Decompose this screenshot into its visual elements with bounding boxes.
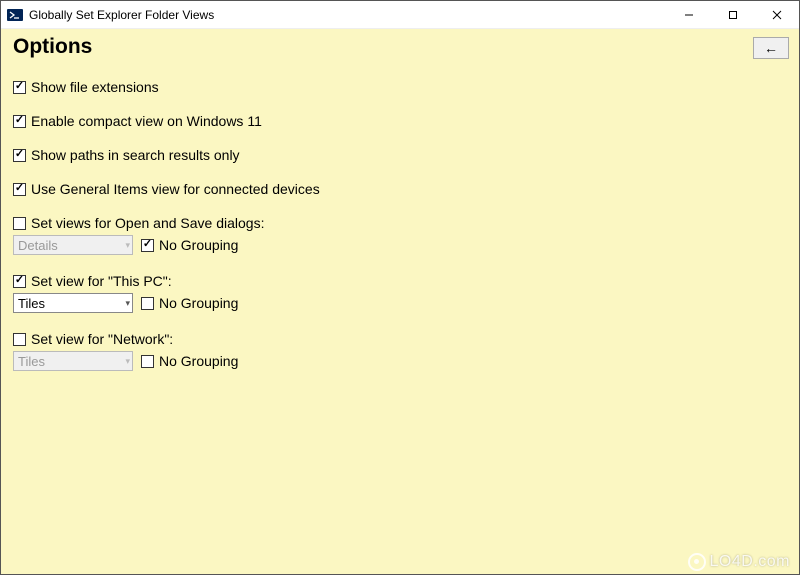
watermark-icon	[688, 553, 706, 571]
label-network-no-grouping: No Grouping	[159, 353, 238, 369]
option-network: Set view for "Network": Tiles ▾ No Group…	[13, 331, 787, 371]
chevron-down-icon: ▾	[125, 356, 130, 367]
checkbox-network-no-grouping[interactable]	[141, 355, 154, 368]
label-compact-view: Enable compact view on Windows 11	[31, 113, 262, 129]
minimize-button[interactable]	[667, 1, 711, 29]
watermark-text: LO4D.com	[710, 553, 790, 571]
maximize-button[interactable]	[711, 1, 755, 29]
chevron-down-icon: ▾	[125, 298, 130, 309]
label-open-save-no-grouping: No Grouping	[159, 237, 238, 253]
option-compact-view: Enable compact view on Windows 11	[13, 113, 787, 129]
checkbox-open-save[interactable]	[13, 217, 26, 230]
option-show-extensions: Show file extensions	[13, 79, 787, 95]
close-button[interactable]	[755, 1, 799, 29]
option-this-pc: Set view for "This PC": Tiles ▾ No Group…	[13, 273, 787, 313]
checkbox-paths-in-search[interactable]	[13, 149, 26, 162]
page-title: Options	[13, 35, 787, 59]
app-window: Globally Set Explorer Folder Views ← Opt…	[0, 0, 800, 575]
label-open-save: Set views for Open and Save dialogs:	[31, 215, 264, 231]
powershell-icon	[7, 7, 23, 23]
label-network: Set view for "Network":	[31, 331, 173, 347]
checkbox-open-save-no-grouping[interactable]	[141, 239, 154, 252]
back-button[interactable]: ←	[753, 37, 789, 59]
checkbox-this-pc-no-grouping[interactable]	[141, 297, 154, 310]
window-title: Globally Set Explorer Folder Views	[29, 8, 667, 22]
label-paths-in-search: Show paths in search results only	[31, 147, 240, 163]
label-show-extensions: Show file extensions	[31, 79, 159, 95]
back-arrow-icon: ←	[764, 40, 778, 56]
option-open-save: Set views for Open and Save dialogs: Det…	[13, 215, 787, 255]
option-paths-in-search: Show paths in search results only	[13, 147, 787, 163]
chevron-down-icon: ▾	[125, 240, 130, 251]
option-general-items: Use General Items view for connected dev…	[13, 181, 787, 197]
select-network-value: Tiles	[18, 354, 45, 369]
checkbox-compact-view[interactable]	[13, 115, 26, 128]
checkbox-network[interactable]	[13, 333, 26, 346]
select-network-view[interactable]: Tiles ▾	[13, 351, 133, 371]
checkbox-this-pc[interactable]	[13, 275, 26, 288]
select-open-save-value: Details	[18, 238, 58, 253]
select-open-save-view[interactable]: Details ▾	[13, 235, 133, 255]
checkbox-show-extensions[interactable]	[13, 81, 26, 94]
content-area: ← Options Show file extensions Enable co…	[1, 29, 799, 574]
checkbox-general-items[interactable]	[13, 183, 26, 196]
window-controls	[667, 1, 799, 29]
select-this-pc-view[interactable]: Tiles ▾	[13, 293, 133, 313]
label-this-pc: Set view for "This PC":	[31, 273, 172, 289]
select-this-pc-value: Tiles	[18, 296, 45, 311]
label-this-pc-no-grouping: No Grouping	[159, 295, 238, 311]
watermark: LO4D.com	[688, 553, 790, 571]
titlebar: Globally Set Explorer Folder Views	[1, 1, 799, 29]
label-general-items: Use General Items view for connected dev…	[31, 181, 320, 197]
